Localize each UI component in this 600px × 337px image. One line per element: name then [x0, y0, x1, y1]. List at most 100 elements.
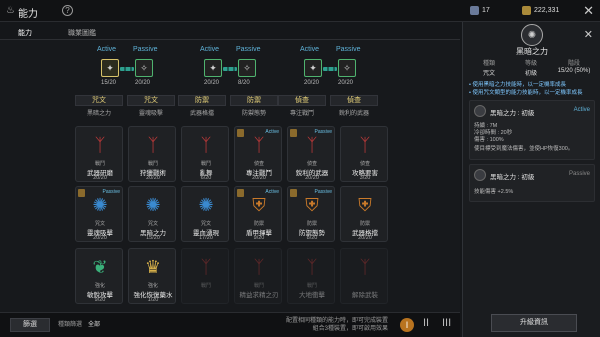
panel-title: 黑暗之力 [516, 47, 548, 56]
group-right-name: 靈魂吸擊 [138, 111, 163, 117]
active-label: Active [300, 46, 320, 53]
tab-class-codex[interactable]: 職業圖鑑 [68, 28, 96, 38]
currency-a: 17 [470, 6, 490, 15]
passive-slot[interactable]: ✧ [338, 59, 356, 77]
ability-emblem-icon: ᛉ [306, 256, 318, 277]
card-level: 8/20 [306, 235, 318, 241]
bookmark-icon [78, 189, 85, 197]
close-icon[interactable]: ✕ [583, 3, 594, 19]
ability-emblem-icon: ᛉ [253, 256, 265, 277]
app-window: ♨ 能力 ? 17 222,331 ✕ 能力 職業圖鑑 Active Passi… [0, 0, 600, 337]
passive-label: Passive [236, 46, 261, 53]
card-name: 大地衝擊 [299, 292, 325, 299]
ability-card[interactable]: ✺ 咒文 靈血湧現 17/20 [181, 186, 229, 242]
card-level: 17/20 [199, 235, 213, 241]
page-title: 能力 [18, 9, 38, 20]
group-left-name: 黑暗之力 [86, 111, 111, 117]
active-skill-section: 黑暗之力 : 初級 Active 持續 : 7M 冷卻時間 : 20秒 傷害 :… [469, 100, 595, 160]
card-type: 偵查 [306, 161, 317, 167]
active-line-4: 使目標受到魔法傷害，並使HP恢復300。 [474, 146, 574, 152]
passive-slot[interactable]: ✧ [238, 59, 256, 77]
card-type: 防禦 [306, 221, 317, 227]
ability-emblem-icon: ⛨ [252, 194, 266, 215]
detail-panel: ✕ ✺ 黑暗之力 種類 咒文 等級 初級 階段 15/20 (50%) • 使用黑暗之… [462, 22, 600, 337]
upgrade-info-button[interactable]: 升級資訊 [491, 314, 577, 332]
card-type: 咒文 [200, 221, 211, 227]
panel-close-icon[interactable]: ✕ [584, 28, 593, 41]
ability-emblem-icon: ᛉ [94, 134, 106, 155]
passive-status: Passive [568, 171, 590, 177]
active-slot[interactable]: ✦ [304, 59, 322, 77]
ability-card[interactable]: Active ⛨ 防禦 盾甲揮擊 9/20 [234, 186, 282, 242]
ability-emblem-icon: ✺ [92, 194, 108, 215]
help-icon[interactable]: ? [62, 5, 73, 16]
card-level: 20/20 [146, 175, 160, 181]
ability-card[interactable]: ✺ 咒文 黑暗之力 15/20 [128, 186, 176, 242]
ability-card[interactable]: Passive ᛉ 偵查 銳利的武器 20/20 [287, 126, 335, 182]
ability-emblem-icon: ⛨ [358, 194, 372, 215]
passive-slot[interactable]: ✧ [135, 59, 153, 77]
ability-card[interactable]: ᛉ 戰鬥 武器研磨 20/20 [75, 126, 123, 182]
active-label: Active [97, 46, 117, 53]
link-chain [223, 67, 237, 71]
ability-emblem-icon: ✺ [145, 194, 161, 215]
sort-value[interactable]: 全部 [88, 321, 100, 329]
ability-card[interactable]: ᛉ 戰鬥 精益求精之刃 [234, 248, 282, 304]
passive-count: 20/20 [135, 80, 151, 86]
link-chain [323, 67, 337, 71]
bookmark-icon [290, 129, 297, 137]
card-type: 戰鬥 [306, 283, 317, 289]
ability-card[interactable]: Passive ✺ 咒文 靈魂吸擊 20/20 [75, 186, 123, 242]
ability-card[interactable]: ❦ 強化 敏銳攻擊 9/20 [75, 248, 123, 304]
preset-2-button[interactable]: II [423, 317, 429, 329]
ability-grid: Active Passive ✦ ✧ 15/20 20/20 咒文 咒文 黑暗之… [0, 40, 460, 312]
card-type: 防禦 [359, 221, 370, 227]
active-count: 20/20 [204, 80, 220, 86]
active-status: Active [573, 107, 590, 113]
ability-emblem-icon: ✺ [198, 194, 214, 215]
preset-3-button[interactable]: III [442, 317, 451, 329]
info-type: 種類 咒文 [482, 61, 495, 77]
ability-icon: ♨ [6, 5, 15, 16]
card-type: 強化 [94, 283, 105, 289]
skill-icon [474, 105, 486, 117]
card-level: 20/20 [93, 235, 107, 241]
group-left-name: 專注戰鬥 [289, 111, 314, 117]
passive-skill-section: 黑暗之力 : 初級 Passive 技能傷害 +2.5% [469, 164, 595, 202]
group-left-type: 偵查 [278, 95, 326, 106]
group-left-type: 防禦 [178, 95, 226, 106]
bookmark-icon [237, 189, 244, 197]
card-name: 精益求精之刃 [239, 292, 279, 299]
ability-card[interactable]: ᛉ 偵查 攻略要害 3/20 [340, 126, 388, 182]
ability-emblem-icon: ᛉ [306, 134, 318, 155]
preset-1-button[interactable]: I [400, 318, 414, 332]
group-right-name: 防禦態勢 [241, 111, 266, 117]
passive-count: 8/20 [238, 80, 250, 86]
ability-emblem-icon: ✺ [521, 24, 543, 46]
group-right-type: 防禦 [230, 95, 278, 106]
ability-card[interactable]: ᛉ 戰鬥 狩獵戰術 20/20 [128, 126, 176, 182]
active-slot[interactable]: ✦ [204, 59, 222, 77]
filter-button[interactable]: 篩選 [10, 318, 50, 332]
ability-card[interactable]: Active ᛉ 偵查 專注戰鬥 20/20 [234, 126, 282, 182]
top-bar: ♨ 能力 ? 17 222,331 ✕ [0, 0, 600, 22]
ability-card[interactable]: ⛨ 防禦 武器格擋 20/20 [340, 186, 388, 242]
active-slot[interactable]: ✦ [101, 59, 119, 77]
active-skill-name: 黑暗之力 : 初級 [490, 110, 535, 117]
card-level: 15/20 [146, 235, 160, 241]
currency-gold: 222,331 [522, 6, 559, 15]
card-type: 戰鬥 [200, 283, 211, 289]
card-type: 戰鬥 [253, 283, 264, 289]
ability-card[interactable]: ᛉ 戰鬥 大地衝擊 [287, 248, 335, 304]
ability-card[interactable]: Passive ⛨ 防禦 防禦態勢 8/20 [287, 186, 335, 242]
card-level: 20/20 [358, 235, 372, 241]
ability-card[interactable]: ᛉ 戰鬥 [181, 248, 229, 304]
tab-bar: 能力 職業圖鑑 [0, 26, 460, 42]
ability-card[interactable]: ♛ 強化 強化恢復藥水 1/20 [128, 248, 176, 304]
ability-card[interactable]: ᛉ 戰鬥 亂舞 6/20 [181, 126, 229, 182]
card-level: 9/20 [253, 235, 265, 241]
growth-note-2: • 使用咒文類型的能力技能時，以一定機率成長 [469, 90, 583, 96]
ability-card[interactable]: ᛉ 解除武裝 [340, 248, 388, 304]
ability-emblem-icon: ⛨ [305, 194, 319, 215]
passive-skill-name: 黑暗之力 : 初級 [490, 174, 535, 181]
